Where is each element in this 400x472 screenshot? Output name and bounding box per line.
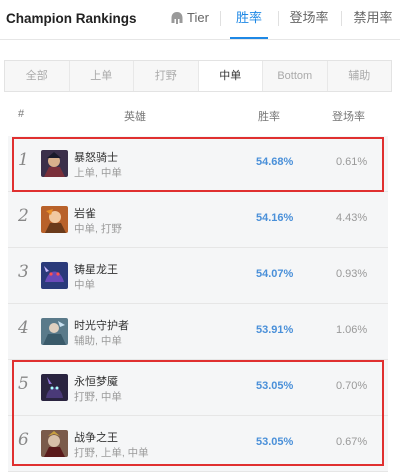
tab-tier-label: Tier <box>187 10 209 25</box>
tab-tier[interactable]: Tier <box>170 0 212 39</box>
tab-divider <box>341 11 342 26</box>
filter-all[interactable]: 全部 <box>5 61 70 91</box>
column-winrate[interactable]: 胜率 <box>258 108 280 124</box>
champion-pickrate: 1.06% <box>336 324 368 336</box>
champion-roles: 中单 <box>74 279 95 291</box>
filter-jungle[interactable]: 打野 <box>134 61 199 91</box>
tab-divider <box>220 11 221 26</box>
helmet-icon <box>171 12 183 24</box>
champion-roles: 中单, 打野 <box>74 223 122 235</box>
champion-winrate: 53.91% <box>256 324 294 336</box>
filter-bottom[interactable]: Bottom <box>263 61 328 91</box>
table-row[interactable]: 4 时光守护者 辅助, 中单 53.91% 1.06% <box>8 304 388 360</box>
champion-winrate: 54.07% <box>256 268 294 280</box>
column-hero: 英雄 <box>124 111 146 123</box>
tab-banrate[interactable]: 禁用率 <box>348 0 398 39</box>
filter-top[interactable]: 上单 <box>70 61 134 91</box>
position-filter: 全部 上单 打野 中单 Bottom 辅助 <box>4 60 392 92</box>
tab-winrate[interactable]: 胜率 <box>230 0 268 39</box>
filter-mid[interactable]: 中单 <box>198 61 263 91</box>
column-rank: # <box>18 108 25 120</box>
highlight-box <box>12 137 384 192</box>
filter-support[interactable]: 辅助 <box>328 61 392 91</box>
champion-avatar <box>41 318 68 345</box>
champion-avatar <box>41 262 68 289</box>
champion-winrate: 54.16% <box>256 212 294 224</box>
tab-pickrate[interactable]: 登场率 <box>284 0 334 39</box>
table-row[interactable]: 3 铸星龙王 中单 54.07% 0.93% <box>8 248 388 304</box>
tab-divider <box>278 11 279 26</box>
champion-roles: 辅助, 中单 <box>74 335 122 347</box>
champion-pickrate: 0.93% <box>336 268 368 280</box>
champion-avatar <box>41 206 68 233</box>
row-rank: 3 <box>18 262 29 282</box>
row-rank: 2 <box>18 206 29 226</box>
champion-pickrate: 4.43% <box>336 212 368 224</box>
champion-name: 铸星龙王 <box>74 264 118 276</box>
table-row[interactable]: 2 岩雀 中单, 打野 54.16% 4.43% <box>8 192 388 248</box>
champion-name: 岩雀 <box>74 208 96 220</box>
champion-name: 时光守护者 <box>74 320 129 332</box>
column-pickrate[interactable]: 登场率 <box>332 108 365 124</box>
table-header: # 英雄 胜率 登场率 <box>0 104 400 126</box>
highlight-box <box>12 360 384 466</box>
app-title: Champion Rankings <box>6 11 137 26</box>
row-rank: 4 <box>18 318 29 338</box>
header-bar: Champion Rankings Tier 胜率 登场率 禁用率 <box>0 0 400 40</box>
